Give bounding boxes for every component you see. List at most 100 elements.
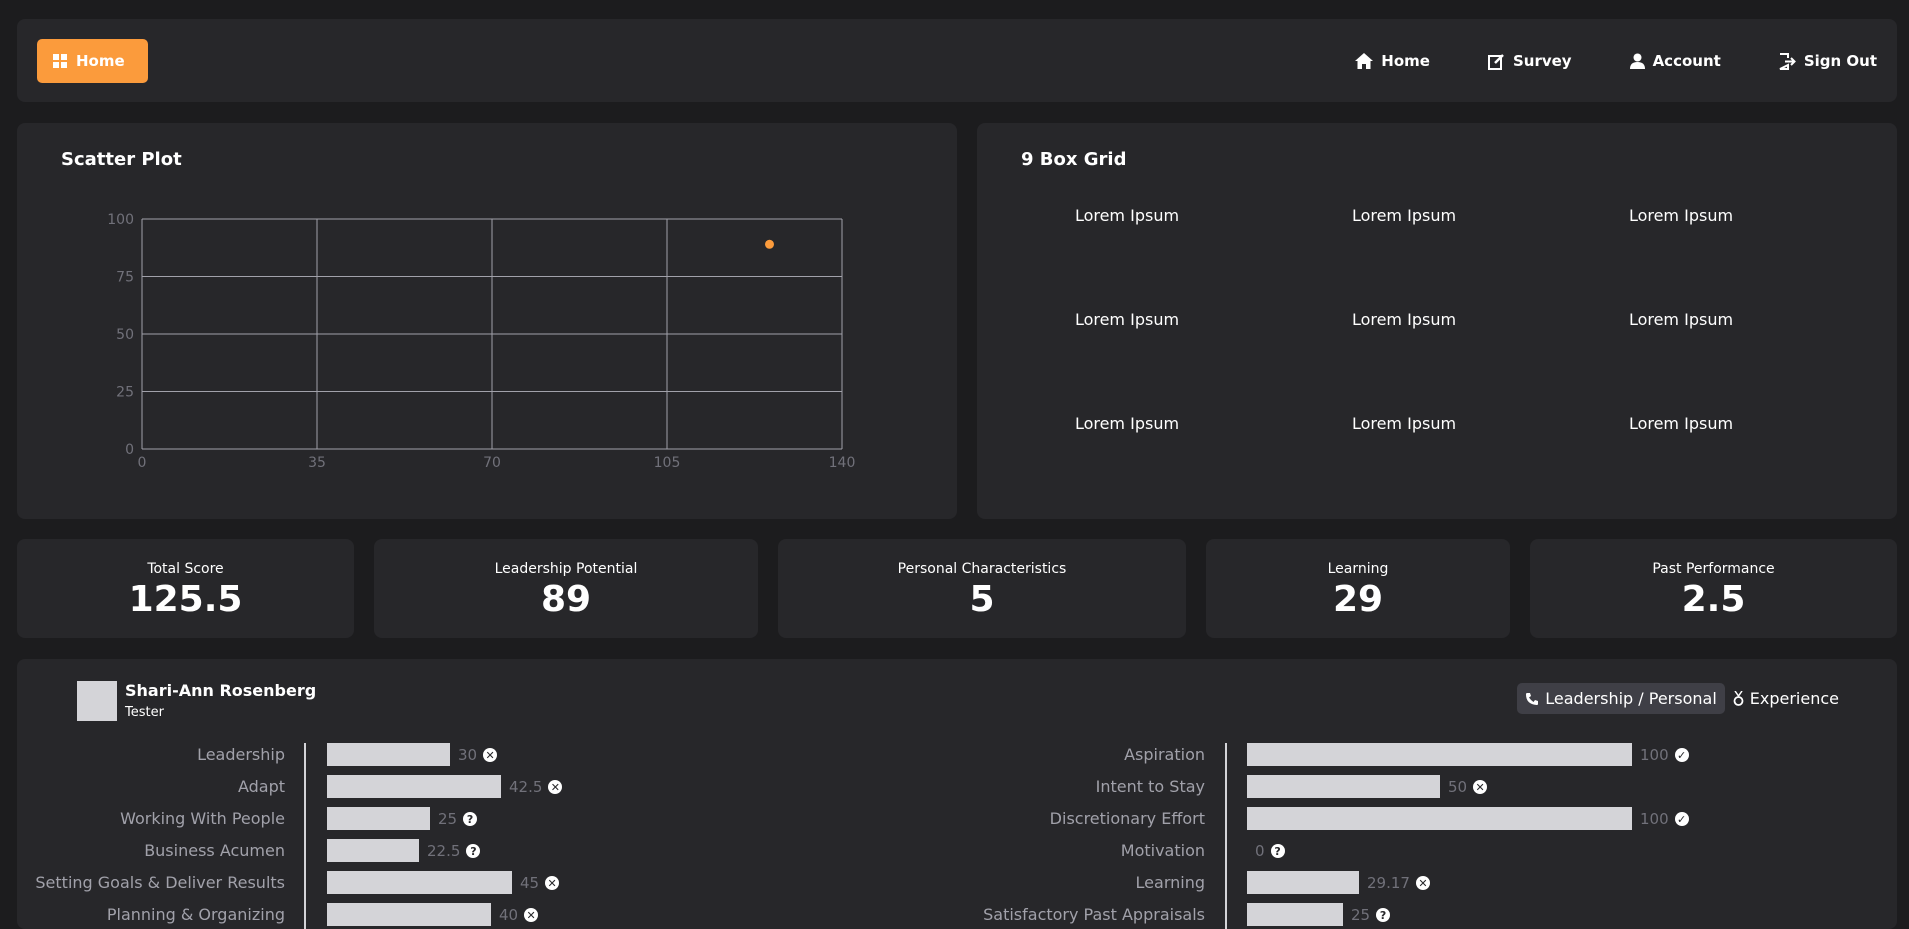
stat-value: 89 — [540, 579, 592, 620]
metric-value-text: 50 — [1448, 778, 1468, 796]
y-tick-label: 0 — [125, 442, 134, 458]
stat-learning: Learning 29 — [1206, 539, 1510, 638]
avatar — [77, 681, 117, 721]
profile-tabs: Leadership / Personal Experience — [1517, 683, 1847, 714]
metric-bar — [1247, 871, 1359, 894]
metric-bar — [327, 743, 450, 766]
metric-value: 25? — [1351, 906, 1391, 924]
nav-account[interactable]: Account — [1629, 52, 1721, 70]
metric-value-text: 42.5 — [509, 778, 543, 796]
metric-value-text: 25 — [438, 810, 458, 828]
metric-value-text: 25 — [1351, 906, 1371, 924]
stat-label: Total Score — [147, 561, 224, 577]
check-circle-icon: ✓ — [1674, 812, 1689, 826]
metric-value-text: 30 — [458, 746, 478, 764]
stat-leadership-potential: Leadership Potential 89 — [374, 539, 758, 638]
nine-box-grid-title: 9 Box Grid — [1021, 149, 1127, 170]
stat-value: 2.5 — [1681, 579, 1746, 620]
nav-survey[interactable]: Survey — [1487, 52, 1572, 70]
question-circle-icon: ? — [466, 844, 481, 858]
metric-label: Discretionary Effort — [1049, 809, 1205, 828]
stat-value: 5 — [969, 579, 995, 620]
stat-label: Personal Characteristics — [897, 561, 1067, 577]
edit-icon — [1487, 53, 1504, 70]
nine-box-cell: Lorem Ipsum — [1351, 206, 1457, 225]
metric-label: Intent to Stay — [1095, 777, 1205, 796]
scatter-plot-card: Scatter Plot 0 35 70 105 140 0 25 50 75 100 — [17, 123, 957, 519]
question-circle-icon: ? — [463, 812, 478, 826]
tab-label: Leadership / Personal — [1545, 689, 1717, 708]
nav-account-label: Account — [1652, 52, 1721, 70]
y-tick-label: 100 — [107, 212, 134, 228]
metric-label: Setting Goals & Deliver Results — [35, 873, 285, 892]
metric-bar — [1247, 775, 1440, 798]
metric-value-text: 100 — [1640, 746, 1669, 764]
nine-box-grid-card: 9 Box Grid Lorem Ipsum Lorem Ipsum Lorem I… — [977, 123, 1897, 519]
y-tick-label: 25 — [116, 385, 134, 401]
x-tick-label: 35 — [308, 455, 326, 471]
x-tick-label: 0 — [138, 455, 147, 471]
x-tick-label: 105 — [654, 455, 681, 471]
metric-value: 29.17 ✕ — [1367, 874, 1430, 892]
stat-value: 29 — [1332, 579, 1384, 620]
metric-bar — [327, 871, 512, 894]
nine-box-cell: Lorem Ipsum — [1074, 310, 1180, 329]
stat-total-score: Total Score 125.5 — [17, 539, 354, 638]
close-circle-icon: ✕ — [483, 748, 498, 762]
metric-value-text: 29.17 — [1367, 874, 1410, 892]
metric-bar — [327, 807, 430, 830]
nav-home[interactable]: Home — [1355, 52, 1430, 70]
metric-value-text: 22.5 — [427, 842, 461, 860]
tab-leadership-personal[interactable]: Leadership / Personal — [1517, 683, 1725, 714]
home-icon — [1355, 53, 1374, 69]
metric-value-text: 45 — [520, 874, 540, 892]
stat-past-performance: Past Performance 2.5 — [1530, 539, 1897, 638]
sign-out-icon — [1779, 52, 1796, 70]
nine-box-cell: Lorem Ipsum — [1628, 414, 1734, 433]
metric-bar — [327, 903, 491, 926]
metric-value: 30 ✕ — [458, 746, 498, 764]
medal-icon — [1733, 691, 1744, 706]
nine-box-cell: Lorem Ipsum — [1351, 414, 1457, 433]
metric-value: 40 ✕ — [499, 906, 539, 924]
home-button-label: Home — [76, 52, 125, 70]
metric-label: Leadership — [197, 745, 285, 764]
metric-bar — [1247, 743, 1632, 766]
metric-value: 22.5? — [427, 842, 481, 860]
metric-label: Satisfactory Past Appraisals — [983, 905, 1205, 924]
metric-bar — [1247, 903, 1343, 926]
tab-experience[interactable]: Experience — [1725, 683, 1847, 714]
metric-label: Aspiration — [1124, 745, 1205, 764]
nav-sign-out[interactable]: Sign Out — [1779, 52, 1877, 70]
employee-name: Shari-Ann Rosenberg — [125, 681, 317, 700]
metric-value: 100 ✓ — [1640, 810, 1689, 828]
question-circle-icon: ? — [1270, 844, 1285, 858]
metric-bar — [327, 775, 501, 798]
user-icon — [1629, 53, 1645, 69]
close-circle-icon: ✕ — [1415, 876, 1430, 890]
stat-label: Past Performance — [1652, 561, 1775, 577]
dashboard-icon — [53, 54, 67, 68]
metric-value: 25? — [438, 810, 478, 828]
metric-label: Motivation — [1120, 841, 1205, 860]
stat-label: Leadership Potential — [494, 561, 638, 577]
metric-value-text: 100 — [1640, 810, 1669, 828]
close-circle-icon: ✕ — [524, 908, 539, 922]
nine-box-cell: Lorem Ipsum — [1628, 310, 1734, 329]
stat-value: 125.5 — [128, 579, 243, 620]
metric-label: Planning & Organizing — [106, 905, 285, 924]
metric-bar — [327, 839, 419, 862]
nine-box-cell: Lorem Ipsum — [1074, 206, 1180, 225]
close-circle-icon: ✕ — [1473, 780, 1488, 794]
metric-label: Working With People — [120, 809, 285, 828]
close-circle-icon: ✕ — [545, 876, 560, 890]
dashboard-home-button[interactable]: Home — [37, 39, 148, 83]
employee-profile-card: Shari-Ann Rosenberg Tester Leadership / … — [17, 659, 1897, 929]
right-axis-line — [1225, 743, 1227, 929]
stat-label: Learning — [1327, 561, 1389, 577]
nine-box-cell: Lorem Ipsum — [1074, 414, 1180, 433]
metric-value: 50 ✕ — [1448, 778, 1488, 796]
nine-box-cell: Lorem Ipsum — [1628, 206, 1734, 225]
nine-box-cell: Lorem Ipsum — [1351, 310, 1457, 329]
metric-value: 45 ✕ — [520, 874, 560, 892]
